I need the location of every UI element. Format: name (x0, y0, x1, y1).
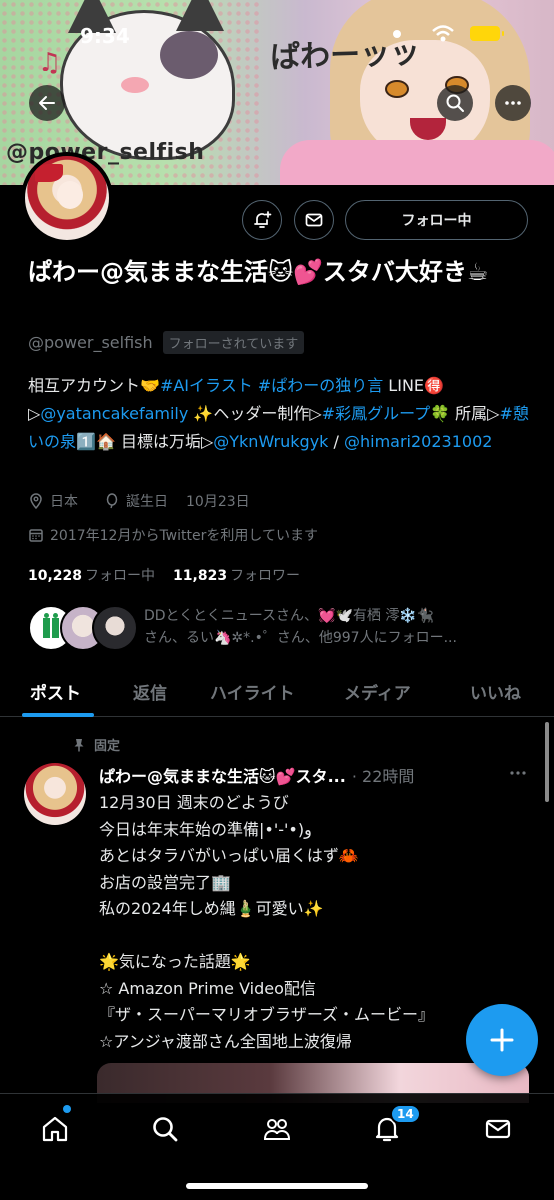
profile-avatar[interactable] (21, 152, 113, 244)
username: @power_selfish (28, 333, 153, 352)
banner-handle-text: @power_selfish (6, 140, 205, 165)
follow-counts: 10,228 フォロー中 11,823 フォロワー (28, 565, 300, 585)
message-button[interactable] (294, 200, 334, 240)
location-text: 日本 (50, 494, 78, 510)
search-button[interactable] (437, 85, 473, 121)
tab-likes[interactable]: いいね (470, 679, 521, 704)
pinned-label: 固定 (72, 735, 120, 754)
status-bar: 9:34 (0, 22, 554, 48)
more-options-button[interactable] (495, 85, 531, 121)
search-icon (446, 94, 464, 112)
compose-post-button[interactable] (466, 1004, 538, 1076)
following-button[interactable]: フォロー中 (345, 200, 528, 240)
back-button[interactable] (29, 85, 65, 121)
followers-you-know[interactable]: DDとくとくニュースさん、💓🕊️有栖 澪❄️🐈‍⬛ さん、るい🦄✲*.•゜さん、… (28, 605, 538, 655)
handle-row: @power_selfish フォローされています (28, 331, 305, 354)
profile-meta-row: 日本 誕生日 10月23日 (28, 491, 250, 511)
followers-count-link[interactable]: 11,823 フォロワー (173, 565, 300, 585)
post-author-avatar[interactable] (24, 763, 86, 825)
joined-text: 2017年12月からTwitterを利用しています (50, 528, 318, 544)
active-tab-indicator (22, 713, 94, 717)
wifi-icon (432, 25, 454, 42)
avatar (92, 605, 138, 651)
hashtag-link[interactable]: #ぱわーの独り言 (258, 376, 383, 395)
birthday-label: 誕生日 (126, 494, 168, 510)
music-note-icon: ♫ (38, 48, 62, 78)
plus-icon (490, 1028, 514, 1052)
following-count-link[interactable]: 10,228 フォロー中 (28, 565, 155, 585)
bell-plus-icon (254, 211, 272, 228)
nav-home[interactable] (38, 1112, 72, 1146)
tab-replies[interactable]: 返信 (133, 679, 167, 704)
home-icon (42, 1116, 68, 1142)
hashtag-link[interactable]: #彩鳳グループ (322, 404, 430, 423)
hashtag-link[interactable]: #AIイラスト (160, 376, 253, 395)
calendar-icon (29, 529, 43, 542)
search-icon (153, 1117, 178, 1142)
birthday-text: 10月23日 (186, 494, 250, 510)
mention-link[interactable]: @yatancakefamily (40, 404, 188, 423)
post-header: ぱわー@気ままな生活🐱💕スタ... · 22時間 (99, 763, 529, 787)
post-timestamp[interactable]: · 22時間 (352, 763, 415, 787)
status-time: 9:34 (80, 24, 130, 48)
tab-media[interactable]: メディア (344, 679, 411, 704)
pin-icon (74, 738, 84, 751)
balloon-icon (106, 493, 118, 509)
nav-messages[interactable] (481, 1112, 515, 1146)
envelope-icon (485, 1119, 511, 1139)
scrollbar[interactable] (545, 722, 549, 802)
more-horizontal-icon (510, 771, 526, 775)
tab-highlights[interactable]: ハイライト (210, 679, 295, 704)
post-more-button[interactable] (508, 763, 528, 783)
display-name: ぱわー@気ままな生活🐱💕スタバ大好き☕ (28, 258, 489, 286)
signal-icon (393, 30, 401, 38)
tab-posts[interactable]: ポスト (30, 679, 81, 704)
communities-icon (263, 1119, 291, 1140)
profile-bio: 相互アカウント🤝#AIイラスト #ぱわーの独り言 LINE🉐▷@yatancak… (28, 376, 529, 451)
joined-row: 2017年12月からTwitterを利用しています (28, 525, 318, 545)
home-indicator (186, 1183, 368, 1189)
post-text: 12月30日 週末のどようび 今日は年末年始の準備|•'-'•)و あとはタラバ… (99, 793, 435, 1051)
arrow-left-icon (39, 96, 55, 110)
battery-icon (470, 26, 504, 41)
followed-by-text: DDとくとくニュースさん、💓🕊️有栖 澪❄️🐈‍⬛ さん、るい🦄✲*.•゜さん、… (144, 608, 457, 646)
notifications-subscribe-button[interactable] (242, 200, 282, 240)
notifications-count-badge: 14 (390, 1104, 421, 1124)
mention-link[interactable]: @himari20231002 (344, 432, 492, 451)
profile-tabs: ポスト 返信 ハイライト メディア いいね (0, 665, 554, 717)
mention-link[interactable]: @YknWrukgyk (213, 432, 328, 451)
envelope-icon (305, 213, 323, 227)
nav-search[interactable] (148, 1112, 182, 1146)
nav-communities[interactable] (260, 1112, 294, 1146)
more-horizontal-icon (505, 101, 521, 105)
post-author-name[interactable]: ぱわー@気ままな生活🐱💕スタ... (99, 763, 346, 787)
location-pin-icon (30, 493, 42, 509)
home-unread-dot (63, 1105, 71, 1113)
follows-you-badge: フォローされています (162, 331, 305, 354)
